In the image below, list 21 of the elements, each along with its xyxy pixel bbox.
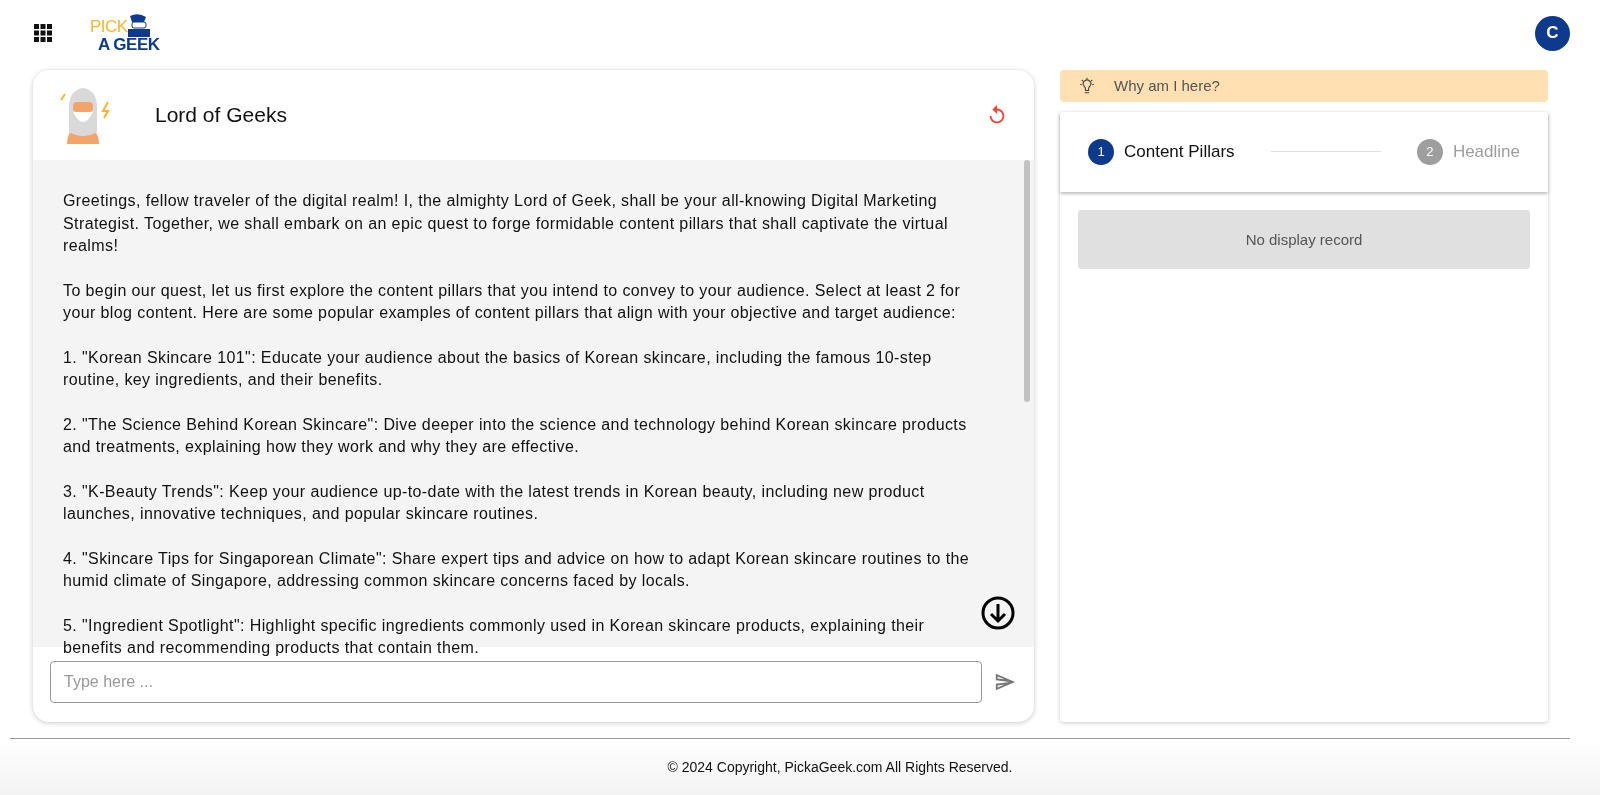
chat-title: Lord of Geeks — [155, 103, 287, 127]
step-label[interactable]: Content Pillars — [1124, 141, 1235, 162]
user-avatar[interactable]: C — [1535, 15, 1570, 51]
message-input[interactable]: Type here ... — [50, 661, 982, 703]
step-number: 1 — [1088, 138, 1114, 165]
message-text: 3. "K-Beauty Trends": Keep your audience up-to-date with the latest trends in Korean beauty, including new product launches, innovative techniques, and popular skincare routines. — [63, 481, 926, 524]
help-banner[interactable]: Why am I here? — [1060, 70, 1548, 102]
logo-text: A GEEK — [98, 36, 160, 54]
message-text: To begin our quest, let us first explore the content pillars that you intend to convey to your audience. Select at least 2 for your blog content. Here are some popular examples of content pillars that align with your objective and target audience: — [63, 280, 962, 323]
scrollbar[interactable] — [1024, 160, 1030, 402]
empty-state: No display record — [1078, 209, 1530, 269]
message-text: 4. "Skincare Tips for Singaporean Climate": Share expert tips and advice on how to adapt Korean skincare routines to the humid climate of Singapore, addressing common skincare concerns faced by locals. — [63, 548, 971, 591]
apps-icon[interactable] — [34, 24, 52, 42]
logo-text: PICK — [90, 18, 128, 36]
step-number: 2 — [1416, 138, 1443, 165]
message-text: 1. "Korean Skincare 101": Educate your audience about the basics of Korean skincare, including the famous 10-step routine, key ingredients, and their benefits. — [63, 347, 933, 390]
message-text: 2. "The Science Behind Korean Skincare": Dive deeper into the science and technology behind Korean skincare products and treatments, explaining how they work and why they are effective. — [63, 414, 968, 457]
message-text: Greetings, fellow traveler of the digital realm! I, the almighty Lord of Geek, shall be your all-knowing Digital Marketing Strategist. Together, we shall embark on an epic quest to forge formidable content pillars that shall captivate the virtual realms! — [63, 191, 949, 256]
scroll-down-button[interactable] — [980, 595, 1016, 631]
copyright-text: © 2024 Copyright, PickaGeek.com All Rights Reserved. — [667, 759, 1013, 775]
message-text: 5. "Ingredient Spotlight": Highlight specific ingredients commonly used in Korean skincare products, explaining their benefits and recommending products that contain them. — [63, 615, 926, 658]
